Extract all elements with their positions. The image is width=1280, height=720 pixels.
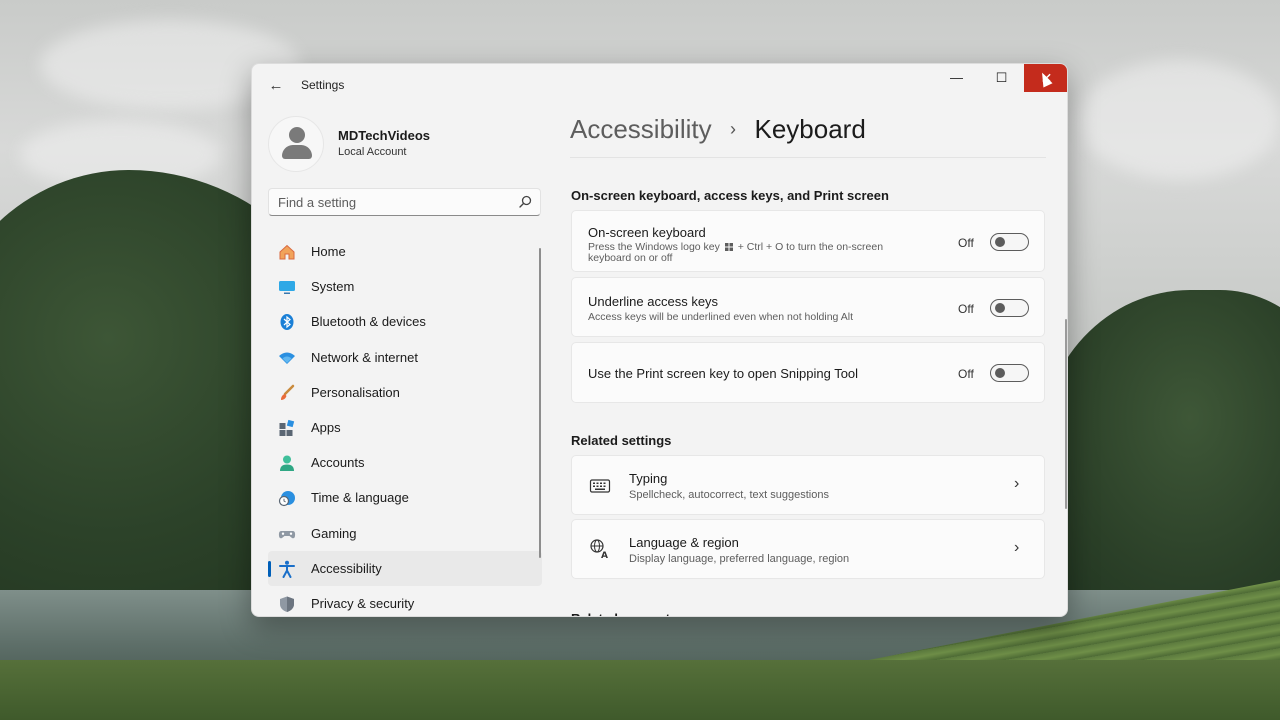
sidebar-item-label: System <box>311 279 355 295</box>
shield-icon <box>280 596 294 612</box>
setting-title: On-screen keyboard <box>588 225 706 240</box>
title-bar: ← Settings — ☐ ✕ <box>252 64 1067 108</box>
toggle-state-label: Off <box>958 302 974 316</box>
display-icon <box>279 281 295 295</box>
search-icon[interactable] <box>517 194 533 210</box>
section-title: Related support <box>571 609 670 616</box>
accessibility-icon <box>279 560 295 578</box>
wifi-icon <box>279 352 295 364</box>
section-title: On-screen keyboard, access keys, and Pri… <box>571 188 889 203</box>
arrow-left-icon: ← <box>268 77 284 94</box>
user-profile[interactable]: MDTechVideos Local Account <box>268 116 538 172</box>
maximize-button[interactable]: ☐ <box>979 64 1024 92</box>
sidebar-item-gaming[interactable]: Gaming <box>268 516 542 551</box>
setting-card-underline-access-keys: Underline access keys Access keys will b… <box>571 277 1045 337</box>
search-box <box>268 188 541 216</box>
keyboard-icon <box>589 479 611 493</box>
sidebar-item-label: Privacy & security <box>311 595 415 611</box>
breadcrumb-parent[interactable]: Accessibility <box>570 114 712 144</box>
sidebar-item-label: Home <box>311 244 346 259</box>
svg-text:A: A <box>601 551 608 560</box>
sidebar-item-label: Network & internet <box>311 349 418 365</box>
minimize-button[interactable]: — <box>934 64 979 92</box>
breadcrumb: Accessibility › Keyboard <box>570 114 866 154</box>
underline-access-keys-toggle[interactable] <box>990 299 1029 317</box>
sidebar-item-network[interactable]: Network & internet <box>268 340 542 375</box>
sidebar-item-label: Accessibility <box>311 560 382 576</box>
avatar-body <box>282 145 312 159</box>
search-input[interactable] <box>269 189 509 215</box>
sidebar-nav: Home System Bluetooth & devices Network … <box>268 234 542 616</box>
sidebar-item-privacy[interactable]: Privacy & security <box>268 586 542 616</box>
toggle-knob <box>995 303 1005 313</box>
print-screen-toggle[interactable] <box>990 364 1029 382</box>
sidebar-item-bluetooth[interactable]: Bluetooth & devices <box>268 304 542 339</box>
profile-account-type: Local Account <box>338 146 407 158</box>
sidebar-item-accounts[interactable]: Accounts <box>268 445 542 480</box>
setting-card-on-screen-keyboard: On-screen keyboard Press the Windows log… <box>571 210 1045 272</box>
wallpaper-grass <box>0 660 1280 720</box>
home-icon <box>279 244 295 260</box>
related-link-description: Spellcheck, autocorrect, text suggestion… <box>629 489 829 501</box>
avatar-person-icon <box>289 127 305 143</box>
sidebar-item-label: Apps <box>311 419 341 435</box>
sidebar-item-label: Personalisation <box>311 384 400 400</box>
bluetooth-icon <box>280 314 294 331</box>
wallpaper-cloud <box>1080 60 1280 180</box>
setting-title: Use the Print screen key to open Snippin… <box>588 366 859 381</box>
related-link-language-region[interactable]: A Language & region Display language, pr… <box>571 519 1045 579</box>
windows-logo-icon <box>724 243 733 251</box>
related-link-description: Display language, preferred language, re… <box>629 553 850 565</box>
sidebar-scrollbar[interactable] <box>539 248 541 558</box>
setting-description: Access keys will be underlined even when… <box>588 311 853 323</box>
setting-title: Underline access keys <box>588 294 719 309</box>
gamepad-icon <box>278 530 296 538</box>
clock-globe-icon <box>278 491 295 507</box>
language-icon: A <box>590 539 608 560</box>
sidebar-item-label: Time & language <box>311 490 409 506</box>
chevron-right-icon: › <box>1014 539 1020 556</box>
back-button[interactable]: ← <box>264 74 288 98</box>
sidebar-item-personalisation[interactable]: Personalisation <box>268 375 542 410</box>
toggle-knob <box>995 368 1005 378</box>
section-title: Related settings <box>571 433 672 448</box>
sidebar-item-system[interactable]: System <box>268 269 542 304</box>
related-link-title: Language & region <box>629 535 739 550</box>
setting-description: Press the Windows logo key + Ctrl + O to… <box>588 241 884 264</box>
person-icon <box>280 455 294 472</box>
page-title: Keyboard <box>754 114 866 144</box>
chevron-right-icon: › <box>730 119 737 139</box>
sidebar-item-label: Bluetooth & devices <box>311 314 426 330</box>
app-title: Settings <box>301 78 345 92</box>
avatar <box>268 116 324 172</box>
sidebar-item-accessibility[interactable]: Accessibility <box>268 550 542 586</box>
chevron-right-icon: › <box>1014 475 1020 492</box>
related-link-title: Typing <box>629 471 668 486</box>
settings-window: ← Settings — ☐ ✕ MDTechVideos Local Acco… <box>251 63 1068 617</box>
profile-name: MDTechVideos <box>338 128 430 143</box>
toggle-state-label: Off <box>958 367 974 381</box>
related-link-typing[interactable]: Typing Spellcheck, autocorrect, text sug… <box>571 455 1045 515</box>
sidebar-item-label: Accounts <box>311 455 365 471</box>
brush-icon <box>281 384 295 400</box>
header-divider <box>570 157 1046 158</box>
on-screen-keyboard-toggle[interactable] <box>990 233 1029 251</box>
sidebar-item-label: Gaming <box>311 525 357 541</box>
setting-card-print-screen: Use the Print screen key to open Snippin… <box>571 342 1045 403</box>
sidebar-item-home[interactable]: Home <box>268 234 542 269</box>
sidebar-item-time-language[interactable]: Time & language <box>268 480 542 515</box>
toggle-state-label: Off <box>958 236 974 250</box>
content-scrollbar[interactable] <box>1065 319 1067 509</box>
toggle-knob <box>995 237 1005 247</box>
sidebar-item-apps[interactable]: Apps <box>268 410 542 445</box>
apps-icon <box>279 419 295 436</box>
